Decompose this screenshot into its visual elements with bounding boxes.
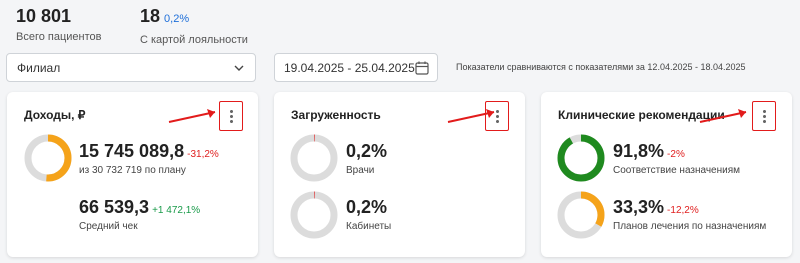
compliance-label: Соответствие назначениям (613, 165, 741, 176)
calendar-icon[interactable] (414, 60, 430, 76)
compliance-value: 91,8% (613, 141, 665, 161)
compliance-donut (557, 134, 605, 182)
total-patients-value: 10 801 (16, 6, 72, 26)
donut-track (290, 191, 338, 239)
treatment-plans-metric: 33,3% -12,2% Планов лечения по назначения… (613, 196, 766, 232)
treatment-plans-label: Планов лечения по назначениям (613, 221, 767, 232)
branch-select-value: Филиал (17, 61, 61, 75)
date-range-picker[interactable]: 19.04.2025 - 25.04.2025 (274, 53, 438, 82)
doctors-load-donut (290, 134, 338, 182)
donut-track (290, 134, 338, 182)
card-income-title: Доходы, ₽ (24, 108, 86, 122)
average-check-metric: 66 539,3 +1 472,1% Средний чек (79, 196, 200, 232)
card-clinical-menu-button[interactable] (752, 101, 776, 131)
income-change: -31,2% (187, 149, 219, 160)
card-load: Загруженность 0,2% Врачи 0,2% Кабинеты (274, 92, 525, 257)
average-check-value: 66 539,3 (79, 197, 150, 217)
card-clinical: Клинические рекомендации 91,8% -2% Соотве… (541, 92, 792, 257)
highlight-arrow (699, 109, 747, 123)
rooms-load-value: 0,2% (346, 197, 388, 217)
stat-total-patients: 10 801 Всего пациентов (16, 5, 102, 45)
treatment-plans-value: 33,3% (613, 197, 665, 217)
donut-arc (557, 134, 605, 182)
comparison-note: Показатели сравниваются с показателями з… (456, 62, 746, 72)
treatment-plans-donut (557, 191, 605, 239)
doctors-load-value: 0,2% (346, 141, 388, 161)
loyalty-label: С картой лояльности (140, 34, 248, 46)
more-vertical-icon (229, 109, 233, 123)
loyalty-value: 18 (140, 6, 161, 26)
date-range-value: 19.04.2025 - 25.04.2025 (284, 61, 415, 75)
branch-select[interactable]: Филиал (6, 53, 256, 82)
rooms-load-metric: 0,2% Кабинеты (346, 196, 391, 232)
treatment-plans-change: -12,2% (667, 205, 699, 216)
loyalty-percent: 0,2% (164, 13, 190, 25)
compliance-metric: 91,8% -2% Соответствие назначениям (613, 140, 740, 176)
card-load-title: Загруженность (291, 108, 381, 122)
doctors-load-metric: 0,2% Врачи (346, 140, 387, 176)
more-vertical-icon (762, 109, 766, 123)
compliance-change: -2% (667, 149, 685, 160)
card-income: Доходы, ₽ 15 745 089,8 -31,2% из 30 732 7… (7, 92, 258, 257)
income-metric: 15 745 089,8 -31,2% из 30 732 719 по план… (79, 140, 219, 176)
total-patients-label: Всего пациентов (16, 31, 102, 43)
income-plan-donut (24, 134, 72, 182)
stat-loyalty: 18 0,2% С картой лояльности (140, 5, 248, 48)
average-check-label: Средний чек (79, 221, 138, 232)
doctors-load-label: Врачи (346, 165, 375, 176)
card-income-menu-button[interactable] (219, 101, 243, 131)
average-check-change: +1 472,1% (152, 205, 201, 216)
highlight-arrow (168, 109, 216, 123)
card-load-menu-button[interactable] (485, 101, 509, 131)
income-value: 15 745 089,8 (79, 141, 185, 161)
income-plan-text: из 30 732 719 по плану (79, 165, 186, 176)
rooms-load-label: Кабинеты (346, 221, 392, 232)
more-vertical-icon (495, 109, 499, 123)
rooms-load-donut (290, 191, 338, 239)
chevron-down-icon (234, 65, 244, 71)
